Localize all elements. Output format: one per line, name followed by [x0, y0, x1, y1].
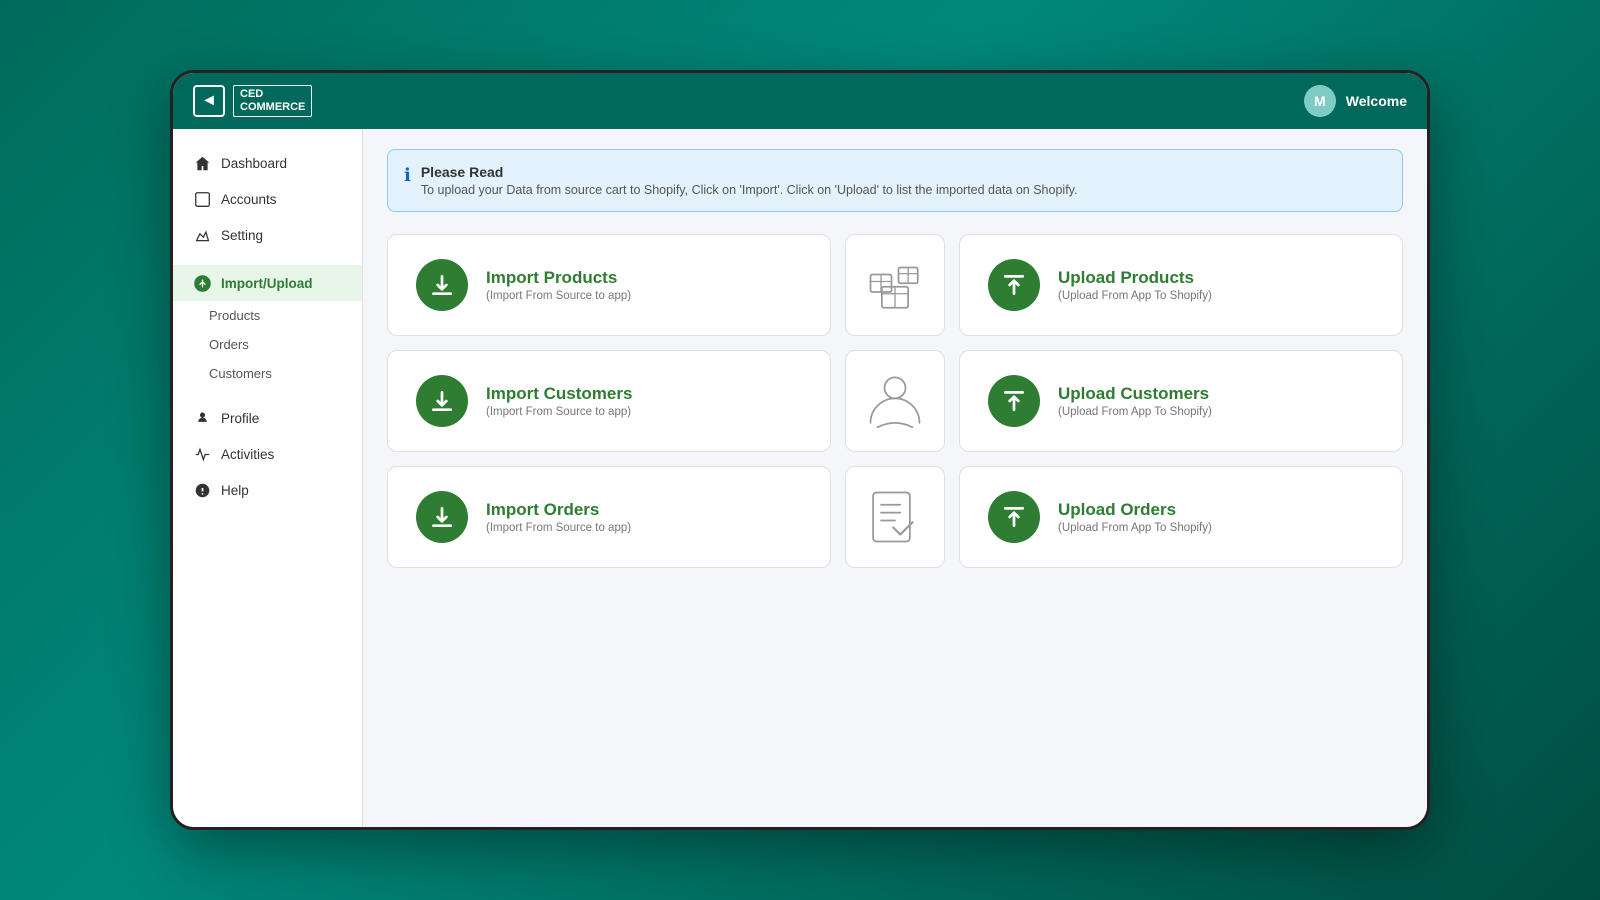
header: ◄ CED COMMERCE M Welcome	[173, 73, 1427, 129]
sidebar-item-import-upload[interactable]: Import/Upload	[173, 265, 362, 301]
import-icon	[416, 259, 468, 311]
import-orders-title: Import Orders	[486, 500, 631, 520]
header-right: M Welcome	[1304, 85, 1407, 117]
import-customers-icon	[416, 375, 468, 427]
sidebar-sub-label: Orders	[209, 337, 249, 352]
upload-orders-icon	[988, 491, 1040, 543]
import-customers-sub: (Import From Source to app)	[486, 406, 632, 418]
sidebar-sub-label: Customers	[209, 366, 272, 381]
upload-products-sub: (Upload From App To Shopify)	[1058, 290, 1212, 302]
upload-products-title: Upload Products	[1058, 268, 1212, 288]
import-customers-text: Import Customers (Import From Source to …	[486, 384, 632, 418]
sidebar-item-activities[interactable]: Activities	[173, 436, 362, 472]
import-orders-card[interactable]: Import Orders (Import From Source to app…	[387, 466, 831, 568]
upload-customers-card[interactable]: Upload Customers (Upload From App To Sho…	[959, 350, 1403, 452]
info-icon: ℹ	[404, 165, 411, 186]
sidebar-sub-label: Products	[209, 308, 260, 323]
device-frame: ◄ CED COMMERCE M Welcome Dashboard	[170, 70, 1430, 830]
import-orders-sub: (Import From Source to app)	[486, 522, 631, 534]
account-icon	[193, 190, 211, 208]
logo: ◄ CED COMMERCE	[193, 85, 312, 117]
body: Dashboard Accounts Setting Import/Uplo	[173, 129, 1427, 827]
sidebar-item-label: Activities	[221, 447, 274, 462]
upload-customers-title: Upload Customers	[1058, 384, 1212, 404]
import-customers-title: Import Customers	[486, 384, 632, 404]
logo-text: CED COMMERCE	[233, 85, 312, 117]
sidebar-item-label: Accounts	[221, 192, 277, 207]
upload-orders-title: Upload Orders	[1058, 500, 1212, 520]
upload-orders-card[interactable]: Upload Orders (Upload From App To Shopif…	[959, 466, 1403, 568]
sidebar-item-label: Profile	[221, 411, 259, 426]
setting-icon	[193, 226, 211, 244]
upload-icon	[988, 259, 1040, 311]
import-customers-card[interactable]: Import Customers (Import From Source to …	[387, 350, 831, 452]
sidebar-sub-orders[interactable]: Orders	[173, 330, 362, 359]
sidebar-item-setting[interactable]: Setting	[173, 217, 362, 253]
sidebar-item-help[interactable]: Help	[173, 472, 362, 508]
upload-products-text: Upload Products (Upload From App To Shop…	[1058, 268, 1212, 302]
sidebar-item-dashboard[interactable]: Dashboard	[173, 145, 362, 181]
products-illustration	[845, 234, 945, 336]
upload-customers-icon	[988, 375, 1040, 427]
profile-icon	[193, 409, 211, 427]
info-text: Please Read To upload your Data from sou…	[421, 164, 1078, 197]
import-products-title: Import Products	[486, 268, 631, 288]
sidebar-item-label: Dashboard	[221, 156, 287, 171]
upload-orders-text: Upload Orders (Upload From App To Shopif…	[1058, 500, 1212, 534]
import-orders-icon	[416, 491, 468, 543]
import-products-text: Import Products (Import From Source to a…	[486, 268, 631, 302]
import-products-card[interactable]: Import Products (Import From Source to a…	[387, 234, 831, 336]
info-title: Please Read	[421, 164, 1078, 180]
upload-orders-sub: (Upload From App To Shopify)	[1058, 522, 1212, 534]
activity-icon	[193, 445, 211, 463]
home-icon	[193, 154, 211, 172]
sidebar-item-label: Setting	[221, 228, 263, 243]
orders-illustration	[845, 466, 945, 568]
upload-icon	[193, 274, 211, 292]
sidebar-item-label: Help	[221, 483, 249, 498]
help-icon	[193, 481, 211, 499]
info-description: To upload your Data from source cart to …	[421, 183, 1078, 197]
import-products-sub: (Import From Source to app)	[486, 290, 631, 302]
sidebar-sub-products[interactable]: Products	[173, 301, 362, 330]
logo-icon: ◄	[193, 85, 225, 117]
sidebar: Dashboard Accounts Setting Import/Uplo	[173, 129, 363, 827]
upload-customers-text: Upload Customers (Upload From App To Sho…	[1058, 384, 1212, 418]
main-content: ℹ Please Read To upload your Data from s…	[363, 129, 1427, 827]
upload-products-card[interactable]: Upload Products (Upload From App To Shop…	[959, 234, 1403, 336]
info-banner: ℹ Please Read To upload your Data from s…	[387, 149, 1403, 212]
sidebar-sub-customers[interactable]: Customers	[173, 359, 362, 388]
upload-customers-sub: (Upload From App To Shopify)	[1058, 406, 1212, 418]
import-orders-text: Import Orders (Import From Source to app…	[486, 500, 631, 534]
welcome-text: Welcome	[1346, 93, 1407, 109]
customers-illustration	[845, 350, 945, 452]
sidebar-item-label: Import/Upload	[221, 276, 313, 291]
sidebar-item-profile[interactable]: Profile	[173, 400, 362, 436]
avatar: M	[1304, 85, 1336, 117]
cards-grid: Import Products (Import From Source to a…	[387, 234, 1403, 568]
sidebar-item-accounts[interactable]: Accounts	[173, 181, 362, 217]
